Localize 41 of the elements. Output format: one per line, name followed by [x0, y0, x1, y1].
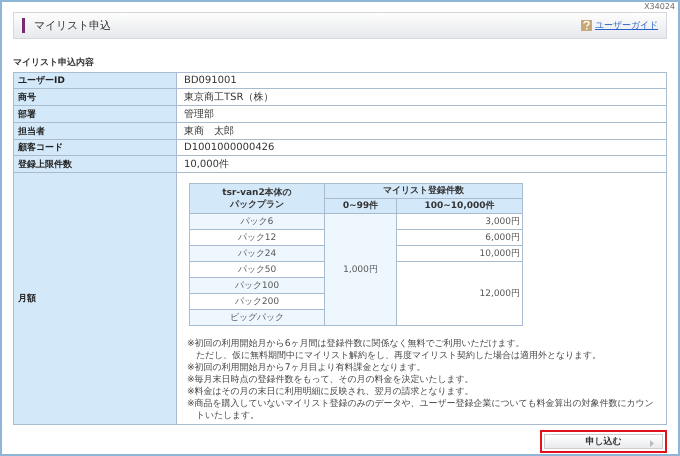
price-cell: 10,000円 — [396, 246, 522, 262]
apply-button[interactable]: 申し込む — [540, 430, 667, 453]
plan-cell: パック50 — [190, 262, 324, 278]
page-title: マイリスト申込 — [22, 18, 111, 33]
plan-cell: ビッグパック — [190, 310, 324, 326]
price-cell: 6,000円 — [396, 230, 522, 246]
field-label: 登録上限件数 — [14, 156, 176, 172]
field-value: 東商 太郎 — [176, 122, 666, 140]
price-cell: 1,000円 — [324, 214, 396, 326]
plan-cell: パック12 — [190, 230, 324, 246]
price-cell: 3,000円 — [396, 214, 522, 230]
field-label: 商号 — [14, 88, 176, 106]
field-label: 顧客コード — [14, 140, 176, 156]
field-label: 部署 — [14, 106, 176, 122]
field-label: ユーザーID — [14, 72, 176, 88]
field-value: BD091001 — [176, 72, 666, 88]
note-text: ※料金はその月の末日に利用明細に反映され、翌月の請求となります。 — [187, 386, 475, 398]
plan-cell: パック24 — [190, 246, 324, 262]
field-label: 担当者 — [14, 122, 176, 140]
note-text: ※毎月末日時点の登録件数をもって、その月の料金を決定いたします。 — [187, 374, 475, 386]
plan-cell: パック200 — [190, 294, 324, 310]
plan-cell: パック100 — [190, 278, 324, 294]
user-guide-link[interactable]: ユーザーガイド — [581, 19, 658, 32]
plan-cell: パック6 — [190, 214, 324, 230]
chevron-icon — [650, 440, 654, 447]
column-header: 100~10,000件 — [396, 198, 522, 214]
help-icon — [581, 20, 592, 31]
column-header: マイリスト登録件数 — [324, 184, 522, 198]
section-title: マイリスト申込内容 — [13, 56, 95, 69]
field-value: D1001000000426 — [176, 140, 666, 156]
note-text: ※初回の利用開始月から7ヶ月目より有料課金となります。 — [187, 362, 427, 374]
field-value: 東京商工TSR（株） — [176, 88, 666, 106]
page-code: X34024 — [644, 2, 675, 12]
column-header: 0~99件 — [324, 198, 396, 214]
note-text: ※商品を購入していないマイリスト登録のみのデータや、ユーザー登録企業についても料金算出の対象件数にカウントいたします。 — [187, 398, 655, 422]
field-value: 10,000件 — [176, 156, 666, 172]
column-header: tsr-van2本体の パックプラン — [190, 184, 324, 214]
field-value: 管理部 — [176, 106, 666, 122]
note-text: ※初回の利用開始月から6ヶ月間は登録件数に関係なく無料でご利用いただけます。 ただし、仮に無料期間中にマイリスト解約をし、再度マイリスト契約した場合は適用外となります。 — [187, 338, 602, 362]
price-cell: 12,000円 — [396, 262, 522, 326]
field-label: 月額 — [14, 172, 176, 424]
